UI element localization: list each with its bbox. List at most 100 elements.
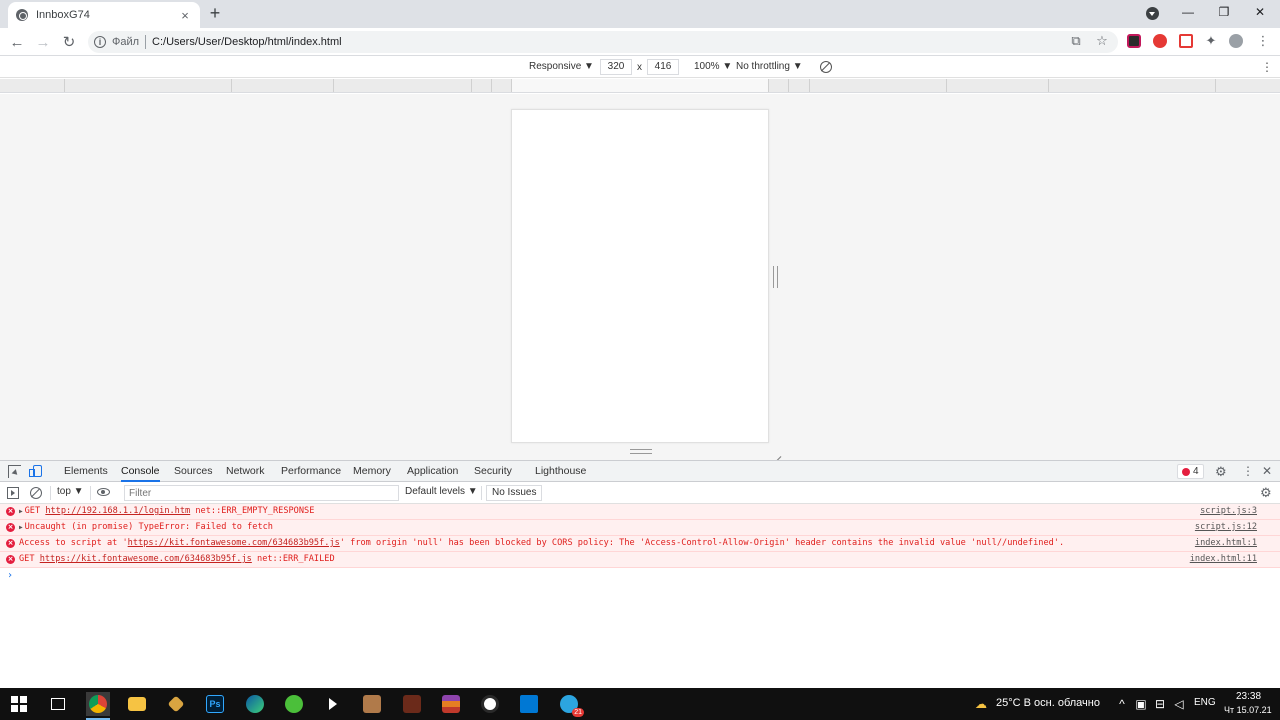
ruler-segment[interactable] xyxy=(0,79,65,92)
extension-2-icon[interactable] xyxy=(1153,34,1167,48)
weather-text[interactable]: 25°C В осн. облачно xyxy=(996,697,1100,709)
tab-search-icon[interactable] xyxy=(1146,7,1159,20)
log-levels-select[interactable]: Default levels ▼ xyxy=(405,486,478,497)
restore-button[interactable]: ❐ xyxy=(1208,0,1240,24)
url-text[interactable]: C:/Users/User/Desktop/html/index.html xyxy=(152,36,342,48)
ruler-segment[interactable] xyxy=(334,79,472,92)
start-button[interactable] xyxy=(7,692,31,716)
ruler-segment[interactable] xyxy=(232,79,334,92)
taskbar-app-tool[interactable] xyxy=(164,692,188,716)
taskbar-app-circle[interactable] xyxy=(478,692,502,716)
viewport-width-input[interactable]: 320 xyxy=(600,59,632,75)
resize-corner-handle[interactable] xyxy=(771,447,781,457)
ruler-segment[interactable] xyxy=(769,79,789,92)
tab-console[interactable]: Console xyxy=(121,461,160,482)
tab-elements[interactable]: Elements xyxy=(64,461,108,482)
network-icon[interactable]: ⊟ xyxy=(1153,697,1167,711)
taskbar-winrar[interactable] xyxy=(439,692,463,716)
tab-network[interactable]: Network xyxy=(226,461,265,482)
tray-app-icon[interactable]: ▣ xyxy=(1134,697,1148,711)
tab-application[interactable]: Application xyxy=(407,461,458,482)
emulated-viewport[interactable] xyxy=(511,109,769,443)
info-icon[interactable]: i xyxy=(94,36,106,48)
devtools-settings-icon[interactable]: ⚙ xyxy=(1215,464,1227,480)
tab-performance[interactable]: Performance xyxy=(281,461,341,482)
log-source-link[interactable]: script.js:3 xyxy=(1200,504,1257,519)
log-source-link[interactable]: script.js:12 xyxy=(1195,520,1257,535)
extensions-puzzle-icon[interactable]: ✦ xyxy=(1202,32,1220,50)
devtools-menu-icon[interactable]: ⋮ xyxy=(1242,464,1254,478)
taskbar-app-cursor[interactable] xyxy=(321,692,345,716)
volume-icon[interactable]: ◁ xyxy=(1172,697,1186,711)
console-prompt[interactable]: › xyxy=(7,570,13,581)
inspect-element-icon[interactable] xyxy=(8,465,21,478)
resize-width-handle[interactable] xyxy=(773,266,778,288)
console-sidebar-icon[interactable] xyxy=(7,487,19,499)
error-count-badge[interactable]: 4 xyxy=(1177,464,1204,479)
log-link[interactable]: http://192.168.1.1/login.htm xyxy=(45,506,190,516)
console-error-row[interactable]: × ▶ Uncaught (in promise) TypeError: Fail… xyxy=(0,520,1280,536)
console-error-row[interactable]: × Access to script at 'https://kit.fonta… xyxy=(0,536,1280,552)
taskbar-photoshop[interactable]: Ps xyxy=(203,692,227,716)
ruler-segment[interactable] xyxy=(492,79,512,92)
taskbar-explorer[interactable] xyxy=(125,692,149,716)
ruler-segment[interactable] xyxy=(810,79,947,92)
console-filter-input[interactable] xyxy=(124,485,399,501)
taskbar-app-game-2[interactable] xyxy=(400,692,424,716)
zoom-select[interactable]: 100% ▼ xyxy=(694,61,732,72)
log-source-link[interactable]: index.html:1 xyxy=(1195,536,1257,551)
language-indicator[interactable]: ENG xyxy=(1194,697,1216,708)
extension-3-icon[interactable] xyxy=(1179,34,1193,48)
new-tab-button[interactable]: + xyxy=(205,4,225,24)
live-expression-eye-icon[interactable] xyxy=(97,488,110,496)
expand-triangle-icon[interactable]: ▶ xyxy=(19,504,23,519)
taskbar-app-game-1[interactable] xyxy=(360,692,384,716)
ruler-segment[interactable] xyxy=(789,79,810,92)
toggle-device-icon[interactable] xyxy=(29,465,42,477)
ruler-segment[interactable] xyxy=(947,79,1049,92)
device-select[interactable]: Responsive ▼ xyxy=(529,61,594,72)
browser-tab[interactable]: InnboxG74 × xyxy=(8,2,200,28)
taskbar-edge[interactable] xyxy=(243,692,267,716)
ruler-segment[interactable] xyxy=(472,79,492,92)
console-error-row[interactable]: × ▶ GET http://192.168.1.1/login.htm net:… xyxy=(0,504,1280,520)
log-source-link[interactable]: index.html:11 xyxy=(1190,552,1257,567)
tab-security[interactable]: Security xyxy=(474,461,512,482)
device-menu-icon[interactable]: ⋮ xyxy=(1261,60,1273,74)
reload-button[interactable]: ↻ xyxy=(59,32,79,52)
weather-icon[interactable]: ☁ xyxy=(971,697,991,711)
taskbar-vscode[interactable] xyxy=(517,692,541,716)
back-button[interactable]: ← xyxy=(7,32,27,52)
browser-menu-icon[interactable]: ⋮ xyxy=(1254,32,1272,50)
log-link[interactable]: https://kit.fontawesome.com/634683b95f.j… xyxy=(128,538,340,548)
clock-time[interactable]: 23:38 xyxy=(1236,691,1261,702)
tab-sources[interactable]: Sources xyxy=(174,461,213,482)
taskbar-chrome[interactable] xyxy=(86,692,110,720)
forward-button[interactable]: → xyxy=(33,32,53,52)
console-settings-icon[interactable]: ⚙ xyxy=(1260,485,1272,501)
ruler-segment[interactable] xyxy=(1049,79,1216,92)
clock-date[interactable]: Чт 15.07.21 xyxy=(1224,705,1272,715)
throttling-select[interactable]: No throttling ▼ xyxy=(736,61,803,72)
ruler-segment[interactable] xyxy=(65,79,232,92)
bookmark-star-icon[interactable]: ☆ xyxy=(1093,32,1111,50)
task-view-button[interactable] xyxy=(46,692,70,716)
window-close-button[interactable]: ✕ xyxy=(1244,0,1276,24)
context-select[interactable]: top ▼ xyxy=(57,486,84,497)
profile-avatar[interactable] xyxy=(1229,34,1243,48)
issues-button[interactable]: No Issues xyxy=(486,485,543,501)
resize-height-handle[interactable] xyxy=(630,449,652,454)
translate-icon[interactable]: ⧉ xyxy=(1067,32,1085,50)
log-link[interactable]: https://kit.fontawesome.com/634683b95f.j… xyxy=(40,554,252,564)
expand-triangle-icon[interactable]: ▶ xyxy=(19,520,23,535)
ruler-segment[interactable] xyxy=(1216,79,1280,92)
taskbar-utorrent[interactable] xyxy=(282,692,306,716)
devtools-close-icon[interactable]: ✕ xyxy=(1262,464,1272,478)
minimize-button[interactable]: — xyxy=(1172,0,1204,24)
tab-memory[interactable]: Memory xyxy=(353,461,391,482)
ruler-segment[interactable] xyxy=(512,79,769,92)
rotate-icon[interactable] xyxy=(820,61,832,73)
console-error-row[interactable]: × GET https://kit.fontawesome.com/634683… xyxy=(0,552,1280,568)
tab-close-button[interactable]: × xyxy=(178,8,192,23)
tray-overflow-icon[interactable]: ^ xyxy=(1115,697,1129,711)
